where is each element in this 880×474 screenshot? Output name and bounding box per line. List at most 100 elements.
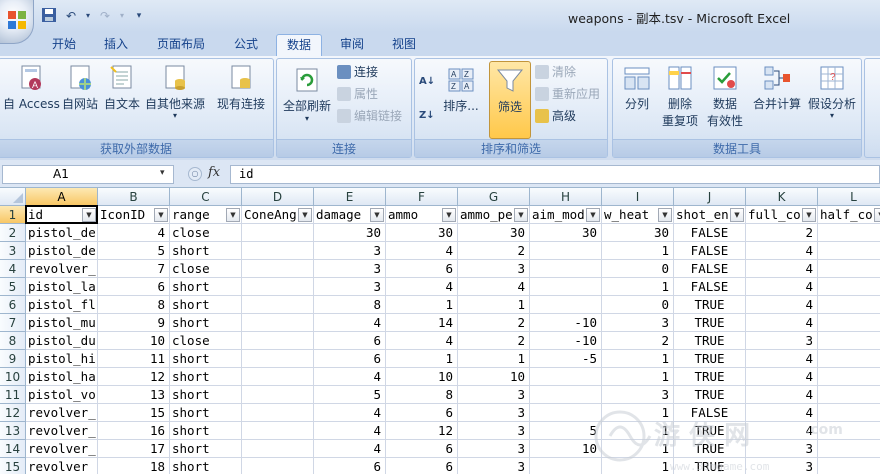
formula-input[interactable]: id bbox=[230, 165, 880, 184]
cell-id[interactable]: pistol_ha bbox=[26, 368, 98, 386]
cell-shot-en[interactable]: TRUE bbox=[674, 332, 746, 350]
sort-ascending-button[interactable]: A↓ bbox=[419, 73, 435, 91]
cell-half-co[interactable] bbox=[818, 242, 880, 260]
cell-range[interactable]: short bbox=[170, 296, 242, 314]
cell-id[interactable]: revolver_ bbox=[26, 440, 98, 458]
column-header-k[interactable]: K bbox=[746, 188, 818, 206]
cell-iconid[interactable]: 10 bbox=[98, 332, 170, 350]
cell-damage[interactable]: 6 bbox=[314, 458, 386, 474]
cell-iconid[interactable]: 13 bbox=[98, 386, 170, 404]
cell-ammo-per[interactable]: 2 bbox=[458, 332, 530, 350]
cell-half-co[interactable] bbox=[818, 224, 880, 242]
row-header[interactable]: 2 bbox=[0, 224, 26, 242]
cell-coneangle[interactable] bbox=[242, 224, 314, 242]
redo-icon[interactable]: ↷ bbox=[96, 7, 114, 25]
row-header[interactable]: 5 bbox=[0, 278, 26, 296]
cell-iconid[interactable]: 4 bbox=[98, 224, 170, 242]
customize-icon[interactable]: ▾ bbox=[130, 7, 148, 25]
cell-id[interactable]: pistol_la bbox=[26, 278, 98, 296]
row-header[interactable]: 11 bbox=[0, 386, 26, 404]
cell-half-co[interactable] bbox=[818, 314, 880, 332]
cell-ammo-per[interactable]: 2 bbox=[458, 242, 530, 260]
cell-full-co[interactable]: 4 bbox=[746, 242, 818, 260]
cell-range[interactable]: close bbox=[170, 260, 242, 278]
cell-coneangle[interactable] bbox=[242, 242, 314, 260]
undo-dropdown-icon[interactable]: ▾ bbox=[84, 7, 92, 25]
cell-range[interactable]: close bbox=[170, 332, 242, 350]
cell-iconid[interactable]: 17 bbox=[98, 440, 170, 458]
row-header[interactable]: 13 bbox=[0, 422, 26, 440]
data-validation-button[interactable]: 数据 有效性 bbox=[703, 63, 747, 129]
cell-full-co[interactable]: 2 bbox=[746, 224, 818, 242]
cell-coneangle[interactable] bbox=[242, 422, 314, 440]
cell-aim-mod[interactable] bbox=[530, 242, 602, 260]
cell-coneangle[interactable] bbox=[242, 332, 314, 350]
name-box-dropdown-icon[interactable]: ▾ bbox=[160, 168, 165, 178]
cell-damage[interactable]: 30 bbox=[314, 224, 386, 242]
cell-id[interactable]: pistol_fl bbox=[26, 296, 98, 314]
cell-aim-mod[interactable]: 30 bbox=[530, 224, 602, 242]
advanced-filter-button[interactable]: 高级 bbox=[535, 107, 576, 125]
tab-view[interactable]: 视图 bbox=[384, 34, 424, 56]
cell-half-co[interactable] bbox=[818, 350, 880, 368]
cell-shot-en[interactable]: TRUE bbox=[674, 368, 746, 386]
cell-coneangle[interactable] bbox=[242, 296, 314, 314]
from-text-button[interactable]: 自文本 bbox=[101, 63, 143, 112]
cell-w-heat[interactable]: 3 bbox=[602, 314, 674, 332]
cell-range[interactable]: short bbox=[170, 386, 242, 404]
cell-ammo-per[interactable]: 2 bbox=[458, 314, 530, 332]
remove-duplicates-button[interactable]: 删除 重复项 bbox=[659, 63, 701, 129]
filter-dropdown-icon[interactable]: ▼ bbox=[298, 208, 312, 222]
cell-iconid[interactable]: 11 bbox=[98, 350, 170, 368]
from-other-sources-button[interactable]: 自其他来源 ▾ bbox=[143, 63, 207, 120]
cell-range[interactable]: short bbox=[170, 404, 242, 422]
cell-half-co[interactable] bbox=[818, 332, 880, 350]
column-header-e[interactable]: E bbox=[314, 188, 386, 206]
column-header-a[interactable]: A bbox=[26, 188, 98, 206]
cell-id[interactable]: pistol_hi bbox=[26, 350, 98, 368]
cell-range[interactable]: short bbox=[170, 242, 242, 260]
cell-w-heat[interactable]: 1 bbox=[602, 350, 674, 368]
filter-dropdown-icon[interactable]: ▼ bbox=[370, 208, 384, 222]
cell-w-heat[interactable]: 0 bbox=[602, 296, 674, 314]
cell-damage[interactable]: 6 bbox=[314, 332, 386, 350]
cell-range[interactable]: short bbox=[170, 350, 242, 368]
cell-damage[interactable]: 4 bbox=[314, 440, 386, 458]
cell-coneangle[interactable] bbox=[242, 458, 314, 474]
filter-button[interactable]: 筛选 bbox=[489, 61, 531, 139]
cell-damage[interactable]: 6 bbox=[314, 350, 386, 368]
cell-id[interactable]: pistol_de bbox=[26, 224, 98, 242]
cell-id[interactable]: pistol_du bbox=[26, 332, 98, 350]
filter-dropdown-icon[interactable]: ▼ bbox=[658, 208, 672, 222]
save-icon[interactable] bbox=[40, 7, 58, 25]
cell-aim-mod[interactable] bbox=[530, 278, 602, 296]
cell-damage[interactable]: 4 bbox=[314, 422, 386, 440]
cell-damage[interactable]: 3 bbox=[314, 278, 386, 296]
column-header-l[interactable]: L bbox=[818, 188, 880, 206]
cell-ammo[interactable]: 4 bbox=[386, 242, 458, 260]
cell-iconid[interactable]: 6 bbox=[98, 278, 170, 296]
cell-range[interactable]: close bbox=[170, 224, 242, 242]
filter-dropdown-icon[interactable]: ▼ bbox=[226, 208, 240, 222]
properties-button[interactable]: 属性 bbox=[337, 85, 378, 103]
row-header[interactable]: 12 bbox=[0, 404, 26, 422]
row-header[interactable]: 9 bbox=[0, 350, 26, 368]
filter-dropdown-icon[interactable]: ▼ bbox=[874, 208, 880, 222]
cell-ammo[interactable]: 12 bbox=[386, 422, 458, 440]
cell-shot-en[interactable]: TRUE bbox=[674, 314, 746, 332]
cell-damage[interactable]: 3 bbox=[314, 242, 386, 260]
tab-home[interactable]: 开始 bbox=[44, 34, 84, 56]
cell-aim-mod[interactable]: -10 bbox=[530, 314, 602, 332]
cell-ammo[interactable]: 10 bbox=[386, 368, 458, 386]
cell-half-co[interactable] bbox=[818, 260, 880, 278]
cell-ammo-per[interactable]: 3 bbox=[458, 422, 530, 440]
cell-id[interactable]: pistol_mu bbox=[26, 314, 98, 332]
cell-range[interactable]: short bbox=[170, 278, 242, 296]
cell-coneangle[interactable] bbox=[242, 440, 314, 458]
cell-full-co[interactable]: 4 bbox=[746, 368, 818, 386]
existing-connections-button[interactable]: 现有连接 bbox=[213, 63, 269, 112]
cell-id[interactable]: pistol_de bbox=[26, 242, 98, 260]
tab-page-layout[interactable]: 页面布局 bbox=[150, 34, 212, 56]
cell-id[interactable]: revolver_ bbox=[26, 422, 98, 440]
cell-coneangle[interactable] bbox=[242, 368, 314, 386]
